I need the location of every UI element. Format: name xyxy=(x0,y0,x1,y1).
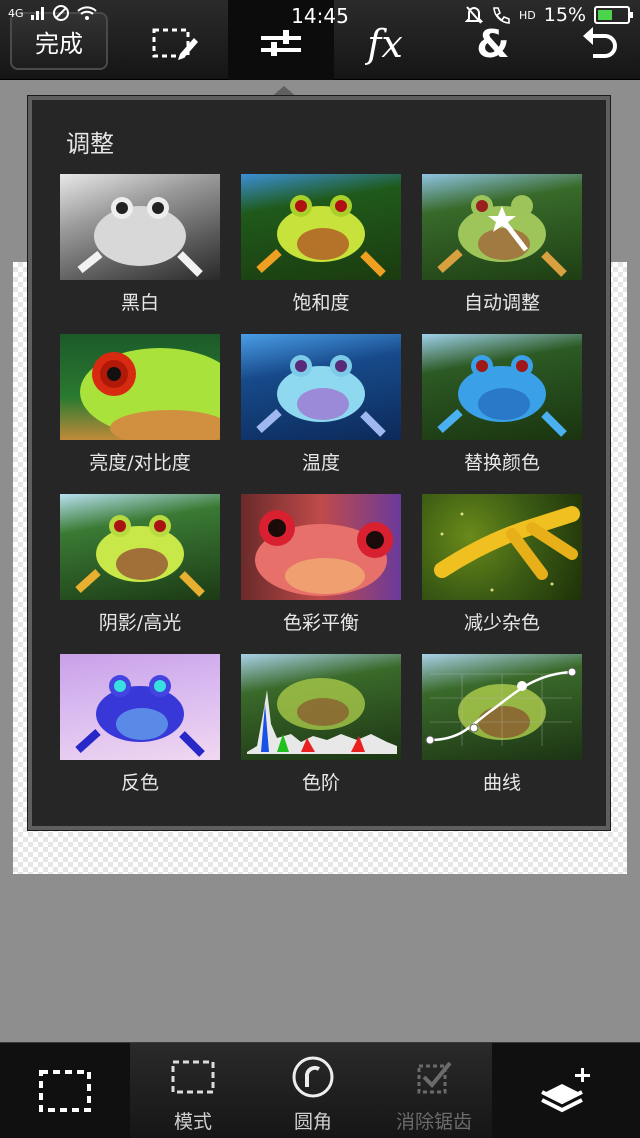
brightness-contrast-thumbnail xyxy=(60,334,220,440)
hd-call-icon xyxy=(493,7,510,24)
replace-color-thumbnail xyxy=(422,334,582,440)
black-white-thumbnail xyxy=(60,174,220,280)
color-balance-thumbnail xyxy=(241,494,401,600)
adjust-item-replace-color[interactable]: 替换颜色 xyxy=(422,334,582,494)
status-bar: 4G 14:45 HD 15% xyxy=(0,0,640,32)
saturation-thumbnail xyxy=(241,174,401,280)
adjust-item-reduce-noise[interactable]: 减少杂色 xyxy=(422,494,582,654)
adjust-item-invert[interactable]: 反色 xyxy=(60,654,220,814)
adjust-item-label: 减少杂色 xyxy=(463,612,540,634)
adjust-item-label: 温度 xyxy=(301,452,340,474)
temperature-thumbnail xyxy=(241,334,401,440)
silent-bell-icon xyxy=(465,6,484,24)
adjust-item-curves[interactable]: 曲线 xyxy=(422,654,582,814)
adjust-item-saturation[interactable]: 饱和度 xyxy=(241,174,401,334)
auto-adjust-thumbnail xyxy=(422,174,582,280)
round-corner-icon xyxy=(292,1056,334,1098)
mode-button[interactable]: 模式 xyxy=(138,1053,248,1137)
round-corner-label: 圆角 xyxy=(293,1111,332,1133)
invert-thumbnail xyxy=(60,654,220,760)
adjust-item-color-balance[interactable]: 色彩平衡 xyxy=(241,494,401,654)
bottom-toolbar: 模式 圆角 消除锯齿 xyxy=(0,1042,640,1138)
panel-title: 调整 xyxy=(66,130,114,158)
shadow-highlight-thumbnail xyxy=(60,494,220,600)
adjust-item-auto-adjust[interactable]: 自动调整 xyxy=(422,174,582,334)
adjust-item-label: 曲线 xyxy=(482,772,521,794)
reduce-noise-thumbnail xyxy=(422,494,582,600)
adjust-item-black-white[interactable]: 黑白 xyxy=(60,174,220,334)
mode-label: 模式 xyxy=(173,1111,212,1133)
adjust-item-label: 亮度/对比度 xyxy=(89,452,191,474)
adjust-item-shadow-highlight[interactable]: 阴影/高光 xyxy=(60,494,220,654)
hd-badge: HD xyxy=(519,8,536,22)
rect-selection-icon xyxy=(39,1070,91,1112)
rect-select-tool[interactable] xyxy=(0,1043,130,1138)
adjust-item-label: 黑白 xyxy=(120,292,159,314)
selection-mode-icon xyxy=(171,1060,215,1094)
adjust-item-label: 饱和度 xyxy=(292,292,350,314)
layers-button[interactable] xyxy=(492,1043,640,1138)
antialias-button[interactable]: 消除锯齿 xyxy=(378,1053,490,1137)
curves-thumbnail xyxy=(422,654,582,760)
adjust-panel: 调整 黑白 饱和度 自动调整 亮度/对比度 温度 替换颜色 阴影/高光 色彩平衡… xyxy=(28,96,610,830)
add-layer-icon xyxy=(541,1068,590,1113)
levels-thumbnail xyxy=(241,654,401,760)
adjust-grid: 黑白 饱和度 自动调整 亮度/对比度 温度 替换颜色 阴影/高光 色彩平衡 减少… xyxy=(60,174,586,814)
antialias-checkbox-icon xyxy=(417,1061,452,1094)
adjust-item-brightness-contrast[interactable]: 亮度/对比度 xyxy=(60,334,220,494)
battery-icon xyxy=(594,6,633,24)
round-corner-button[interactable]: 圆角 xyxy=(258,1053,368,1137)
adjust-item-label: 阴影/高光 xyxy=(98,612,182,634)
antialias-label: 消除锯齿 xyxy=(395,1111,472,1133)
adjust-item-label: 替换颜色 xyxy=(463,452,540,474)
adjust-item-temperature[interactable]: 温度 xyxy=(241,334,401,494)
adjust-item-label: 反色 xyxy=(120,772,159,794)
adjust-item-levels[interactable]: 色阶 xyxy=(241,654,401,814)
adjust-item-label: 色彩平衡 xyxy=(282,612,359,634)
battery-percent: 15% xyxy=(543,4,586,26)
adjust-item-label: 色阶 xyxy=(301,772,340,794)
adjust-item-label: 自动调整 xyxy=(463,292,540,314)
